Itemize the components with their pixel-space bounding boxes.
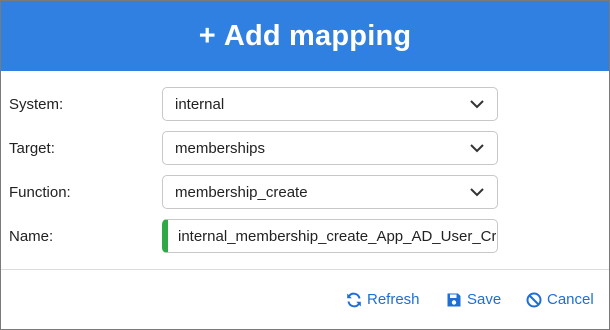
save-label: Save [467, 291, 502, 308]
function-select[interactable]: membership_create [162, 175, 498, 209]
name-label: Name: [9, 228, 54, 245]
dialog-footer: Refresh Save Cancel [1, 291, 609, 315]
system-label: System: [9, 96, 64, 113]
system-select[interactable]: internal [162, 87, 498, 121]
target-label: Target: [9, 140, 55, 157]
cancel-button[interactable]: Cancel [526, 291, 594, 308]
dialog-header: + Add mapping [1, 1, 609, 71]
target-row: Target: memberships [1, 131, 609, 167]
footer-divider [1, 269, 609, 270]
name-row: Name: [1, 219, 609, 255]
chevron-down-icon [470, 100, 484, 109]
save-icon [447, 293, 461, 306]
save-button[interactable]: Save [446, 291, 501, 308]
function-label: Function: [9, 184, 71, 201]
system-select-value: internal [175, 96, 225, 113]
function-select-value: membership_create [175, 184, 308, 201]
function-row: Function: membership_create [1, 175, 609, 211]
target-select-value: memberships [175, 140, 266, 157]
chevron-down-icon [470, 188, 484, 197]
chevron-down-icon [470, 144, 484, 153]
refresh-icon [347, 292, 361, 307]
refresh-button[interactable]: Refresh [346, 291, 420, 308]
add-plus-sign: + [198, 19, 216, 52]
name-input[interactable] [168, 220, 496, 252]
system-row: System: internal [1, 87, 609, 123]
add-mapping-dialog: + Add mapping System: internal Target: m… [0, 0, 610, 330]
dialog-title: Add mapping [223, 19, 412, 52]
refresh-label: Refresh [367, 291, 420, 308]
name-field[interactable] [162, 219, 498, 253]
target-select[interactable]: memberships [162, 131, 498, 165]
cancel-icon [526, 292, 542, 307]
cancel-label: Cancel [547, 291, 594, 308]
